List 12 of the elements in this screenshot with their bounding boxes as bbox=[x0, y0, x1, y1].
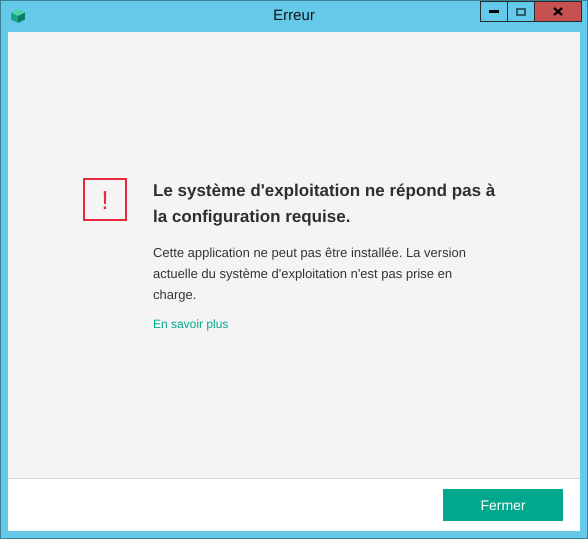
error-heading: Le système d'exploitation ne répond pas à la configuration requise. bbox=[153, 180, 496, 228]
warning-icon: ! bbox=[83, 178, 127, 221]
window-title: Erreur bbox=[273, 6, 315, 26]
minimize-button[interactable] bbox=[480, 1, 508, 22]
error-description: Cette application ne peut pas être installée. La version actuelle du système d'exploitation n'est pas prise en charge. bbox=[153, 244, 467, 304]
learn-more-link[interactable]: En savoir plus bbox=[153, 315, 228, 333]
close-icon bbox=[553, 7, 563, 16]
close-dialog-button[interactable]: Fermer bbox=[443, 489, 563, 521]
minimize-icon bbox=[489, 10, 499, 13]
app-cube-icon bbox=[10, 8, 26, 24]
close-button[interactable] bbox=[535, 1, 582, 22]
maximize-icon bbox=[516, 8, 526, 16]
